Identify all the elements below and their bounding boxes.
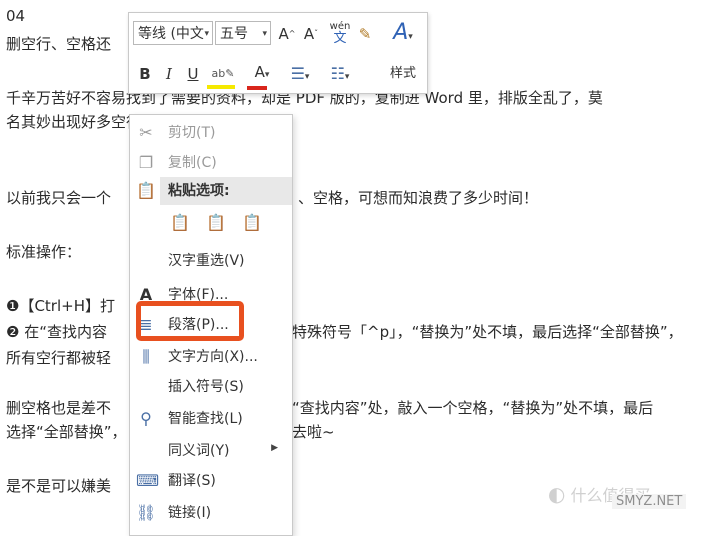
menu-item-copy[interactable]: ❐ 复制(C) — [130, 149, 292, 177]
doc-paragraph: 、空格，可想而知浪费了多少时间！ — [298, 189, 539, 207]
menu-item-link[interactable]: ⛓ 链接(I) — [130, 499, 292, 527]
chevron-down-icon: ▾ — [262, 29, 267, 39]
menu-item-translate[interactable]: ⌨ 翻译(S) — [130, 467, 292, 495]
paste-options-icons: 📋 — [130, 177, 160, 205]
doc-paragraph: 删空格也是差不 — [6, 399, 112, 417]
menu-item-reconversion[interactable]: 汉字重选(V) — [130, 247, 292, 275]
menu-item-text-direction[interactable]: ⫼ 文字方向(X)... — [130, 343, 292, 371]
doc-paragraph: 选择“全部替换”， — [6, 423, 127, 441]
font-size-value: 五号 — [220, 26, 248, 42]
mini-toolbar: 等线 (中文 ▾ 五号 ▾ A^ Aˇ wén 文 ✎ A▾ 样式 B I U a… — [128, 12, 428, 94]
doc-paragraph: 标准操作： — [6, 243, 82, 261]
font-color-button[interactable]: A▾ — [247, 61, 277, 90]
menu-item-insert-symbol[interactable]: 插入符号(S) — [130, 373, 292, 401]
chevron-right-icon: ▶ — [271, 443, 278, 453]
paste-keep-formatting-icon[interactable]: 📋 — [170, 213, 190, 233]
grow-font-button[interactable]: A^ — [277, 23, 297, 45]
menu-item-synonyms[interactable]: 同义词(Y) ▶ — [130, 437, 292, 465]
translate-icon: ⌨ — [136, 471, 160, 490]
font-color-bar — [247, 86, 267, 90]
doc-paragraph: 去啦~ — [292, 423, 335, 441]
menu-item-paste-options: 粘贴选项: — [160, 177, 292, 205]
doc-paragraph: 以前我只会一个 — [6, 189, 112, 207]
doc-step: 特殊符号「^p」，“替换为”处不填，最后选择“全部替换”， — [292, 323, 683, 341]
font-name-value: 等线 (中文 — [138, 26, 204, 42]
font-size-dropdown[interactable]: 五号 ▾ — [215, 21, 271, 45]
highlight-annotation — [136, 301, 244, 341]
paste-merge-formatting-icon[interactable]: 📋 — [206, 213, 226, 233]
styles-icon[interactable]: A▾ — [383, 19, 423, 51]
font-name-dropdown[interactable]: 等线 (中文 ▾ — [133, 21, 213, 45]
paste-text-only-icon[interactable]: 📋 — [242, 213, 262, 233]
menu-item-smart-lookup[interactable]: ⚲ 智能查找(L) — [130, 405, 292, 433]
font-color-label: A — [254, 63, 265, 81]
format-painter-icon[interactable]: ✎ — [355, 23, 375, 45]
italic-button[interactable]: I — [159, 63, 179, 85]
doc-heading: 删空行、空格还 — [6, 35, 112, 53]
styles-label: 样式 — [389, 66, 416, 81]
highlighter-icon: ab✎ — [211, 67, 235, 80]
doc-step: ❷ 在“查找内容 — [6, 323, 107, 341]
text-direction-icon: ⫼ — [142, 347, 150, 366]
doc-step: ❶【Ctrl+H】打 — [6, 297, 115, 315]
watermark-site: SMYZ.NET — [612, 494, 687, 509]
shrink-font-button[interactable]: Aˇ — [301, 23, 321, 45]
highlight-color-bar — [207, 85, 235, 89]
search-icon: ⚲ — [140, 409, 152, 428]
watermark-logo-icon: ◐ — [548, 482, 566, 506]
doc-paragraph: 是不是可以嫌美 — [6, 477, 112, 495]
link-icon: ⛓ — [136, 503, 157, 522]
copy-icon: ❐ — [138, 153, 154, 172]
doc-step: 所有空行都被轻 — [6, 349, 112, 367]
underline-button[interactable]: U — [183, 63, 203, 85]
chevron-down-icon: ▾ — [204, 29, 209, 39]
bold-button[interactable]: B — [135, 63, 155, 85]
numbered-list-icon[interactable]: ☷▾ — [323, 63, 357, 88]
bullet-list-icon[interactable]: ☰▾ — [283, 63, 317, 88]
scissors-icon: ✂ — [139, 123, 153, 142]
paste-options-row: 📋 📋 📋 — [130, 209, 292, 239]
menu-item-cut[interactable]: ✂ 剪切(T) — [130, 119, 292, 147]
clipboard-icon: 📋 — [136, 181, 156, 200]
doc-paragraph: “查找内容”处，敲入一个空格，“替换为”处不填，最后 — [292, 399, 654, 417]
highlight-color-button[interactable]: ab✎ — [207, 61, 239, 89]
doc-heading-number: 04 — [6, 7, 26, 25]
phonetic-guide-button[interactable]: wén 文 — [327, 21, 353, 46]
